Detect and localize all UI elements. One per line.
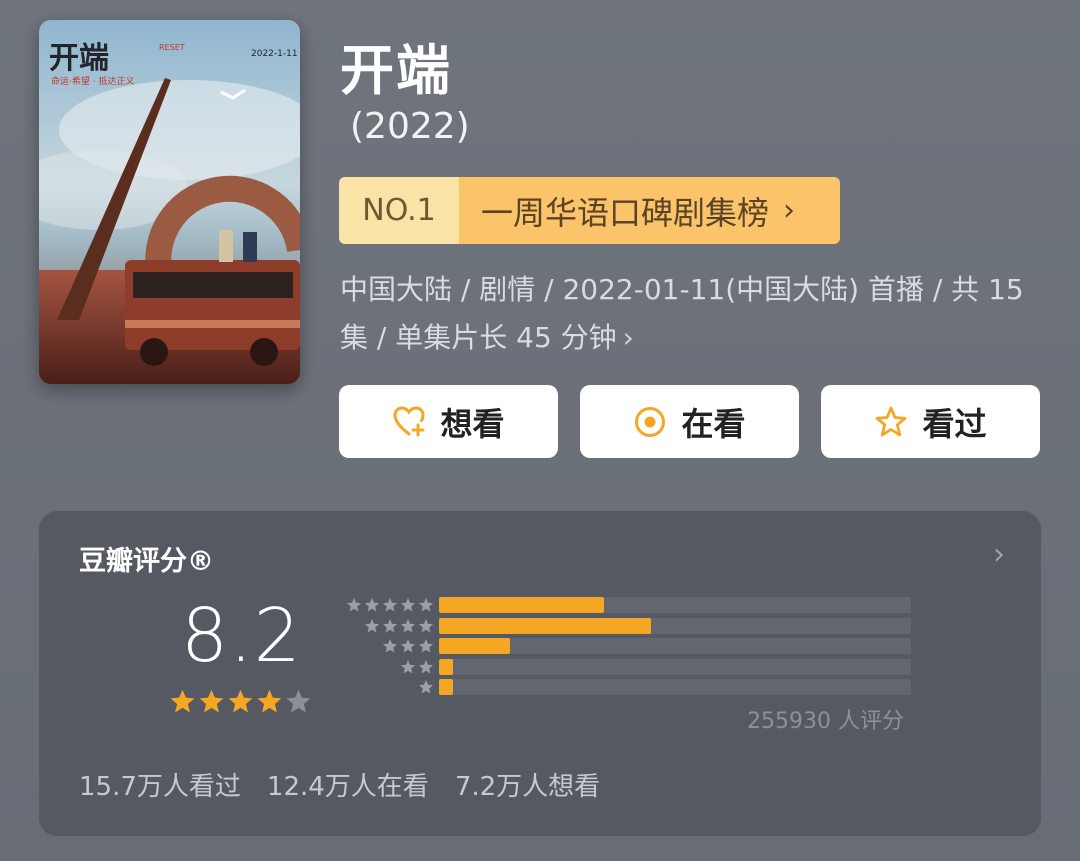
star-empty-icon — [286, 689, 311, 713]
watch-stats: 15.7万人看过 12.4万人在看 7.2万人想看 — [79, 766, 600, 803]
star-icon — [400, 618, 416, 633]
want-count: 7.2万人想看 — [454, 772, 601, 802]
want-to-watch-button[interactable]: 想看 — [339, 385, 558, 458]
rating-score: 8.2 — [181, 593, 302, 679]
rating-header: 豆瓣评分® — [79, 546, 214, 577]
distribution-stars — [343, 597, 435, 613]
star-icon — [418, 618, 434, 633]
watched-button[interactable]: 看过 — [821, 385, 1040, 458]
distribution-bar-fill — [439, 617, 652, 634]
star-icon — [418, 598, 434, 612]
rating-count: 255930 人评分 — [747, 709, 904, 734]
want-to-watch-label: 想看 — [440, 404, 505, 443]
star-filled-icon — [199, 689, 224, 713]
star-icon — [364, 598, 380, 612]
poster-logo: 开端 — [49, 41, 109, 76]
movie-detail-page: 开端 RESET 2022-1-11 命运·希望 · 抵达正义 开端 (2022… — [0, 0, 1080, 861]
rank-number: NO.1 — [339, 177, 459, 244]
page-title: 开端 — [340, 39, 452, 102]
distribution-bar-fill — [439, 658, 454, 675]
distribution-bar-track — [439, 679, 911, 695]
star-icon — [400, 639, 416, 653]
distribution-bar-track — [439, 638, 911, 654]
star-icon — [346, 598, 362, 612]
distribution-row — [335, 638, 435, 654]
star-icon — [364, 618, 380, 633]
distribution-stars — [343, 659, 435, 675]
star-icon — [418, 639, 434, 653]
watched-label: 看过 — [922, 404, 987, 443]
star-filled-icon — [170, 689, 195, 713]
star-icon — [382, 639, 398, 653]
release-year: (2022) — [350, 106, 470, 147]
rating-card[interactable]: 豆瓣评分® › 8.2 255930 人评分 15.7万人看过 12.4万人在看… — [39, 511, 1041, 836]
chevron-right-icon: › — [783, 193, 796, 228]
star-filled-icon — [228, 689, 253, 713]
meta-info[interactable]: 中国大陆 / 剧情 / 2022-01-11(中国大陆) 首播 / 共 15 集… — [340, 266, 1040, 362]
distribution-bar-fill — [439, 679, 454, 695]
watched-count: 15.7万人看过 — [79, 772, 241, 802]
distribution-row — [335, 597, 435, 613]
distribution-row — [335, 618, 435, 634]
watching-button[interactable]: 在看 — [580, 385, 799, 458]
rating-stars — [169, 688, 312, 715]
star-icon — [400, 598, 416, 612]
rank-list-name: 一周华语口碑剧集榜 — [481, 193, 770, 232]
ranking-badge[interactable]: NO.1 一周华语口碑剧集榜 › — [339, 177, 840, 244]
distribution-row — [335, 679, 435, 695]
watching-count: 12.4万人在看 — [266, 772, 429, 802]
distribution-bar-fill — [439, 597, 605, 613]
distribution-bar-track — [439, 597, 911, 613]
poster-image[interactable]: 开端 RESET 2022-1-11 命运·希望 · 抵达正义 — [39, 20, 300, 384]
distribution-stars — [343, 679, 435, 695]
heart-plus-icon — [393, 405, 425, 436]
star-icon — [418, 659, 434, 674]
svg-text:2022-1-11: 2022-1-11 — [251, 49, 298, 59]
target-icon — [635, 406, 666, 437]
distribution-stars — [343, 638, 435, 654]
chevron-right-icon[interactable]: › — [993, 537, 1005, 572]
svg-text:RESET: RESET — [159, 43, 185, 52]
meta-text: 中国大陆 / 剧情 / 2022-01-11(中国大陆) 首播 / 共 15 集… — [340, 273, 1024, 354]
distribution-bar-track — [439, 617, 911, 634]
star-icon — [382, 618, 398, 633]
star-icon — [418, 680, 434, 694]
star-outline-icon — [876, 406, 907, 436]
watching-label: 在看 — [681, 404, 746, 443]
star-filled-icon — [257, 689, 282, 713]
distribution-stars — [343, 618, 435, 634]
distribution-bar-fill — [439, 638, 510, 654]
star-icon — [382, 598, 398, 612]
star-icon — [400, 659, 416, 674]
chevron-right-icon: › — [622, 321, 634, 354]
svg-text:命运·希望 · 抵达正义: 命运·希望 · 抵达正义 — [51, 75, 134, 87]
distribution-row — [335, 659, 435, 675]
distribution-bar-track — [439, 658, 911, 675]
